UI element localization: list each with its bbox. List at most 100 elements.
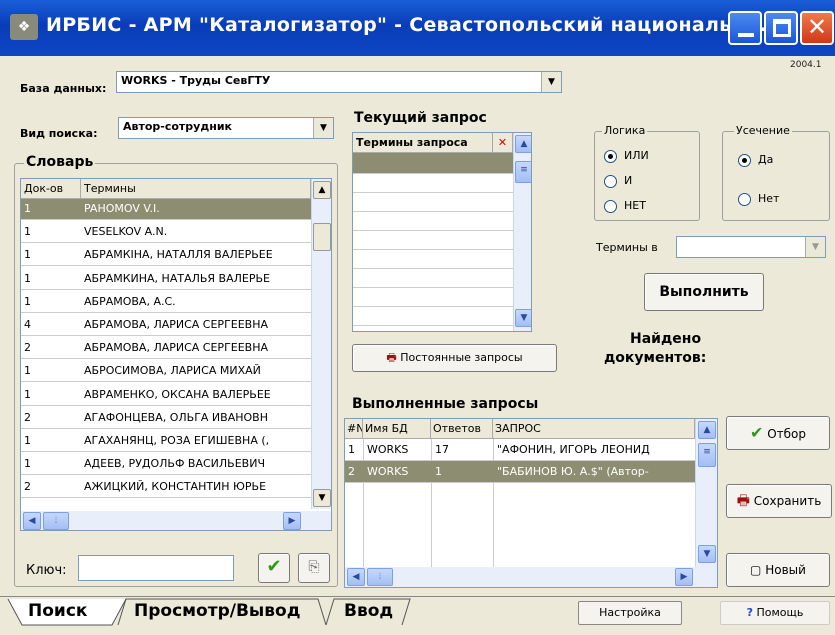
column-header-terms[interactable]: Термины [81,179,311,199]
query-terms-vscroll[interactable]: ▲ ≡ ▼ [513,133,531,331]
title-bar[interactable]: ❖ ИРБИС - АРМ "Каталогизатор" - Севастоп… [0,0,835,56]
dictionary-row-count: 2 [24,410,31,424]
settings-button[interactable]: Настройка [578,601,682,625]
scroll-thumb[interactable] [313,223,331,251]
dictionary-row[interactable]: 1 АБРАМОВА, А.С. [21,292,311,313]
execute-button[interactable]: Выполнить [644,273,764,311]
query-term-row[interactable] [353,193,531,212]
scroll-thumb[interactable]: ≡ [515,161,531,183]
scroll-left-icon[interactable]: ◀ [347,568,365,586]
column-header-n[interactable]: #N [345,419,363,439]
dictionary-row[interactable]: 1 АГАХАНЯНЦ, РОЗА ЕГИШЕВНА (, [21,431,311,452]
close-button[interactable]: ✕ [800,11,834,45]
help-button[interactable]: ? Помощь [720,601,830,625]
query-term-row[interactable] [353,231,531,250]
done-queries-table[interactable]: #N Имя БД Ответов ЗАПРОС 1 WORKS 17 "АФО… [344,418,718,588]
query-term-row[interactable] [353,174,531,193]
query-term-row[interactable] [353,307,531,326]
done-queries-vscroll[interactable]: ▲ ≡ ▼ [695,419,717,567]
truncation-yes-radio[interactable] [738,154,751,167]
new-button[interactable]: ▢ Новый [726,553,830,587]
done-query-text: "БАБИНОВ Ю. А.$" (Автор- [497,465,649,478]
scroll-down-icon[interactable]: ▼ [698,545,716,563]
query-term-row[interactable] [353,212,531,231]
logic-or-radio[interactable] [604,150,617,163]
query-terms-table[interactable]: Термины запроса ✕ ▲ ≡ ▼ [352,132,532,332]
chevron-down-icon[interactable]: ▼ [541,72,561,92]
key-input[interactable] [78,555,234,581]
minimize-button[interactable] [728,11,762,45]
save-label: Сохранить [753,494,822,508]
dictionary-row[interactable]: 1 VESELKOV A.N. [21,222,311,244]
logic-not-radio[interactable] [604,200,617,213]
maximize-icon [773,19,791,37]
tab-search[interactable]: Поиск [28,601,87,621]
dictionary-row-term: АГАХАНЯНЦ, РОЗА ЕГИШЕВНА (, [84,434,270,447]
truncation-title: Усечение [734,124,792,137]
dictionary-row[interactable]: 2 АГАФОНЦЕВА, ОЛЬГА ИВАНОВН [21,408,311,429]
hscroll-thumb[interactable]: ⦙ [367,568,393,586]
dictionary-hscroll[interactable]: ◀ ⦙ ▶ [21,511,331,530]
scroll-down-icon[interactable]: ▼ [515,309,531,327]
query-term-row[interactable] [353,153,531,174]
query-term-row[interactable] [353,269,531,288]
scroll-up-icon[interactable]: ▲ [515,135,531,153]
dictionary-row[interactable]: 1 PAHOMOV V.I. [21,199,311,220]
logic-and-radio[interactable] [604,175,617,188]
dictionary-row-count: 1 [24,364,31,378]
column-header-count[interactable]: Док-ов [21,179,81,199]
delete-term-icon[interactable]: ✕ [493,133,513,153]
dictionary-list[interactable]: Док-ов Термины 1 PAHOMOV V.I. 1 VESELKOV A.… [20,178,332,531]
scroll-thumb[interactable]: ≡ [698,443,716,467]
dictionary-row[interactable]: 2 АЖИЦКИЙ, КОНСТАНТИН ЮРЬЕ [21,477,311,499]
dictionary-row[interactable]: 1 АДЕЕВ, РУДОЛЬФ ВАСИЛЬЕВИЧ [21,454,311,476]
current-query-title: Текущий запрос [352,110,489,126]
dictionary-vscroll[interactable]: ▲ ▼ [311,179,331,509]
dictionary-row-count: 4 [24,318,31,331]
dictionary-row-term: АБРАМОВА, А.С. [84,294,176,308]
scroll-right-icon[interactable]: ▶ [675,568,693,586]
logic-title: Логика [602,124,648,137]
truncation-no-radio[interactable] [738,193,751,206]
apply-key-button[interactable]: ✔ [258,553,290,583]
select-button[interactable]: ✔ Отбор [726,416,830,450]
done-queries-title: Выполненные запросы [350,396,541,412]
done-query-row[interactable]: 1 WORKS 17 "АФОНИН, ИГОРЬ ЛЕОНИД [345,439,695,461]
tab-view-output[interactable]: Просмотр/Вывод [134,601,300,621]
tab-input[interactable]: Ввод [344,601,393,621]
search-type-select[interactable]: Автор-сотрудник ▼ [118,117,334,139]
done-query-row[interactable]: 2 WORKS 1 "БАБИНОВ Ю. А.$" (Автор- [345,461,695,483]
database-select[interactable]: WORKS - Труды СевГТУ ▼ [116,71,562,93]
scroll-right-icon[interactable]: ▶ [283,512,301,530]
dictionary-row-count: 2 [24,480,31,494]
chevron-down-icon[interactable]: ▼ [805,237,825,257]
maximize-button[interactable] [764,11,798,45]
scroll-up-icon[interactable]: ▲ [698,421,716,439]
dictionary-row[interactable]: 4 АБРАМОВА, ЛАРИСА СЕРГЕЕВНА [21,315,311,336]
column-header-query[interactable]: ЗАПРОС [493,419,695,439]
dictionary-row[interactable]: 2 АБРАМОВА, ЛАРИСА СЕРГЕЕВНА [21,338,311,360]
scroll-left-icon[interactable]: ◀ [23,512,41,530]
hscroll-thumb[interactable]: ⦙ [43,512,69,530]
column-header-answers[interactable]: Ответов [431,419,493,439]
column-header-db[interactable]: Имя БД [363,419,431,439]
save-button[interactable]: 🖶 Сохранить [726,484,832,518]
permanent-queries-button[interactable]: 🖶 Постоянные запросы [352,344,557,372]
query-terms-header[interactable]: Термины запроса [353,133,493,153]
dictionary-row[interactable]: 1 АБРАМКИНА, НАТАЛЬЯ ВАЛЕРЬЕ [21,269,311,290]
dictionary-row-term: VESELKOV A.N. [84,225,168,239]
scroll-up-icon[interactable]: ▲ [313,181,331,199]
dictionary-row-term: АДЕЕВ, РУДОЛЬФ ВАСИЛЬЕВИЧ [84,457,265,471]
terms-in-select[interactable]: ▼ [676,236,826,258]
dictionary-row[interactable]: 1 АБРАМКІНА, НАТАЛЛЯ ВАЛЕРЬЕЕ [21,245,311,267]
done-queries-hscroll[interactable]: ◀ ⦙ ▶ [345,567,717,587]
dictionary-row[interactable]: 1 АБРОСИМОВА, ЛАРИСА МИХАЙ [21,361,311,383]
scroll-down-icon[interactable]: ▼ [313,489,331,507]
dictionary-row[interactable]: 1 АВРАМЕНКО, ОКСАНА ВАЛЕРЬЕЕ [21,385,311,406]
chevron-down-icon[interactable]: ▼ [313,118,333,138]
query-term-row[interactable] [353,288,531,307]
dictionary-row-count: 1 [24,434,31,447]
query-term-row[interactable] [353,250,531,269]
truncation-no-label: Нет [758,192,780,205]
copy-key-button[interactable]: ⎘ [298,553,330,583]
